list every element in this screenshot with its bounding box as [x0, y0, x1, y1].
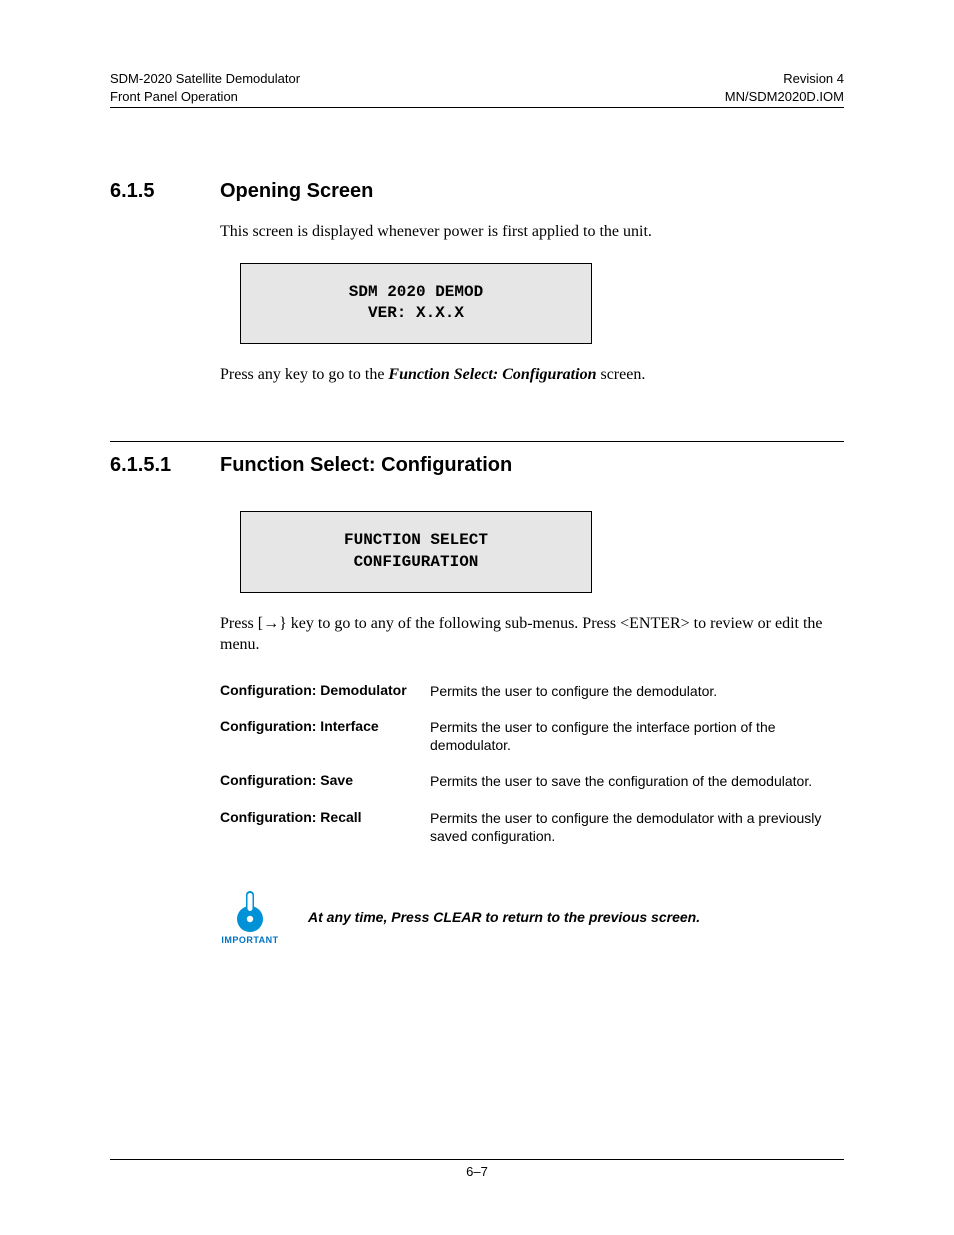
table-row: Configuration: Interface Permits the use…: [220, 718, 844, 754]
config-description: Permits the user to configure the interf…: [430, 718, 844, 754]
text-fragment: Press [: [220, 615, 263, 632]
header-docid: MN/SDM2020D.IOM: [725, 89, 844, 104]
page-header: SDM-2020 Satellite Demodulator Front Pan…: [110, 70, 844, 108]
lcd-line: FUNCTION SELECT: [344, 531, 488, 549]
text-fragment: screen.: [596, 366, 645, 383]
screen-name: Function Select: Configuration: [388, 366, 596, 383]
config-label: Configuration: Demodulator: [220, 682, 430, 700]
table-row: Configuration: Demodulator Permits the u…: [220, 682, 844, 700]
section-followup: Press any key to go to the Function Sele…: [220, 364, 844, 386]
important-note: IMPORTANT At any time, Press CLEAR to re…: [220, 889, 844, 945]
page: SDM-2020 Satellite Demodulator Front Pan…: [0, 0, 954, 1235]
lcd-line: VER: X.X.X: [368, 304, 464, 322]
lcd-display-opening: SDM 2020 DEMOD VER: X.X.X: [240, 263, 592, 344]
table-row: Configuration: Recall Permits the user t…: [220, 809, 844, 845]
header-product: SDM-2020 Satellite Demodulator: [110, 71, 300, 86]
text-fragment: } key to go to any of the following sub-…: [220, 615, 823, 654]
subsection-heading: 6.1.5.1 Function Select: Configuration: [110, 454, 844, 477]
section-number: 6.1.5: [110, 180, 220, 203]
header-revision: Revision 4: [783, 71, 844, 86]
section-rule: [110, 441, 844, 448]
section-title: Opening Screen: [220, 180, 373, 203]
text-fragment: Press any key to go to the: [220, 366, 388, 383]
important-icon: IMPORTANT: [220, 889, 280, 945]
important-label: IMPORTANT: [221, 935, 278, 945]
configuration-table: Configuration: Demodulator Permits the u…: [220, 682, 844, 845]
subsection-title: Function Select: Configuration: [220, 454, 512, 477]
config-label: Configuration: Recall: [220, 809, 430, 845]
header-right: Revision 4 MN/SDM2020D.IOM: [725, 70, 844, 105]
lcd-line: CONFIGURATION: [354, 553, 479, 571]
table-row: Configuration: Save Permits the user to …: [220, 772, 844, 790]
section-intro: This screen is displayed whenever power …: [220, 221, 844, 243]
important-text: At any time, Press CLEAR to return to th…: [308, 909, 700, 925]
page-number: 6–7: [466, 1164, 488, 1179]
page-footer: 6–7: [110, 1159, 844, 1179]
lcd-line: SDM 2020 DEMOD: [349, 283, 483, 301]
config-description: Permits the user to configure the demodu…: [430, 809, 844, 845]
config-label: Configuration: Save: [220, 772, 430, 790]
config-description: Permits the user to save the configurati…: [430, 772, 844, 790]
subsection-instruction: Press [→} key to go to any of the follow…: [220, 613, 844, 656]
config-description: Permits the user to configure the demodu…: [430, 682, 844, 700]
header-left: SDM-2020 Satellite Demodulator Front Pan…: [110, 70, 300, 105]
header-chapter: Front Panel Operation: [110, 89, 238, 104]
lcd-display-function-select: FUNCTION SELECT CONFIGURATION: [240, 511, 592, 592]
section-heading: 6.1.5 Opening Screen: [110, 180, 844, 203]
subsection-number: 6.1.5.1: [110, 454, 220, 477]
arrow-right-icon: →: [263, 615, 279, 632]
config-label: Configuration: Interface: [220, 718, 430, 754]
